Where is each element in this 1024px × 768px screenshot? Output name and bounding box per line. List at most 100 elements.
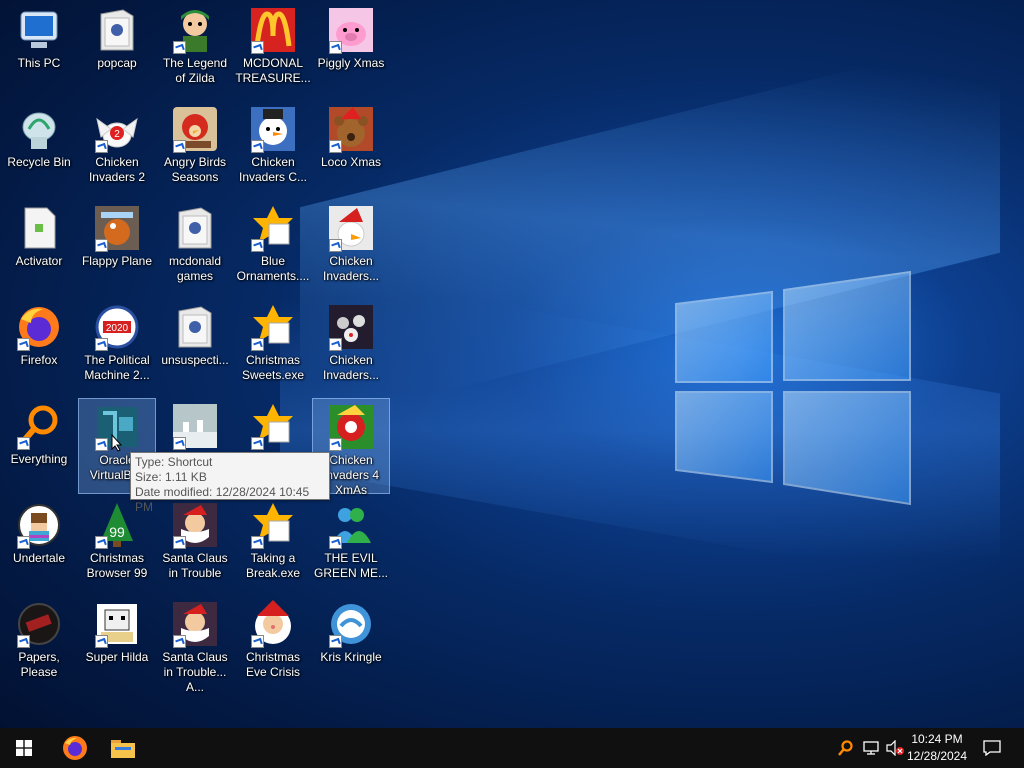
shortcut-arrow-icon (329, 635, 342, 648)
tray-network-icon[interactable] (860, 728, 882, 768)
file-info-tooltip: Type: Shortcut Size: 1.11 KB Date modifi… (130, 452, 330, 514)
folder-icon (171, 204, 219, 252)
desktop-icon[interactable]: Everything (0, 398, 78, 494)
desktop-icon-label: Activator (15, 254, 63, 268)
desktop-icon[interactable]: Kris Kringle (312, 596, 390, 692)
chicken-space-icon (327, 303, 375, 351)
desktop-icon[interactable]: Chicken Invaders... (312, 200, 390, 296)
game-exe-icon (249, 303, 297, 351)
magnifier-icon (838, 740, 853, 756)
desktop-icon[interactable]: Undertale (0, 497, 78, 593)
desktop-icon[interactable]: This PC (0, 2, 78, 98)
desktop-icon-label: Angry Birds Seasons (163, 155, 227, 184)
chicken-invaders-2-icon: 2 (93, 105, 141, 153)
desktop-icon[interactable]: 2 Chicken Invaders 2 (78, 101, 156, 197)
shortcut-arrow-icon (251, 41, 264, 54)
shortcut-arrow-icon (173, 437, 186, 450)
shortcut-arrow-icon (17, 635, 30, 648)
desktop-icon-label: Santa Claus in Trouble... A... (162, 650, 228, 694)
svg-text:99: 99 (109, 524, 125, 540)
shortcut-arrow-icon (251, 338, 264, 351)
desktop-icon-label: THE EVIL GREEN ME... (313, 551, 388, 580)
shortcut-arrow-icon (95, 438, 108, 451)
desktop-icon[interactable]: 2020 The Political Machine 2... (78, 299, 156, 395)
desktop-icon[interactable]: Chicken Invaders C... (234, 101, 312, 197)
firefox-icon (63, 736, 87, 760)
clock-time: 10:24 PM (911, 732, 963, 746)
desktop-icon-label: Christmas Browser 99 (86, 551, 148, 580)
desktop-icon[interactable]: Flappy Plane (78, 200, 156, 296)
windows-logo-wallpaper (672, 268, 912, 508)
windows-start-icon (16, 740, 32, 756)
taskbar-clock[interactable]: 10:24 PM 12/28/2024 (902, 731, 972, 765)
clock-date: 12/28/2024 (906, 749, 968, 763)
folder-icon (111, 740, 135, 758)
desktop-icon[interactable]: unsuspecti... (156, 299, 234, 395)
desktop-icon[interactable]: Christmas Sweets.exe (234, 299, 312, 395)
taskbar-file-explorer-button[interactable] (100, 728, 146, 768)
desktop-icon-label: Recycle Bin (7, 155, 71, 169)
desktop-icon[interactable]: Recycle Bin (0, 101, 78, 197)
shortcut-arrow-icon (329, 536, 342, 549)
snow-game-icon (171, 402, 219, 450)
notification-icon (983, 740, 1001, 756)
desktop-icon[interactable]: Papers, Please (0, 596, 78, 692)
desktop-icon-label: Taking a Break.exe (245, 551, 301, 580)
desktop-icon-label: popcap (97, 56, 137, 70)
shortcut-arrow-icon (329, 41, 342, 54)
folder-icon (171, 303, 219, 351)
folder-icon (93, 6, 141, 54)
desktop-icon[interactable]: Loco Xmas (312, 101, 390, 197)
desktop-icon[interactable]: Christmas Eve Crisis (234, 596, 312, 692)
desktop-icon[interactable]: Blue Ornaments.... (234, 200, 312, 296)
desktop-icon-label: Christmas Sweets.exe (241, 353, 305, 382)
desktop-icon[interactable]: Activator (0, 200, 78, 296)
chicken-xmas-icon (327, 403, 375, 451)
shortcut-arrow-icon (95, 338, 108, 351)
desktop-icon[interactable]: The Legend of Zilda (156, 2, 234, 98)
santa-icon (171, 600, 219, 648)
game-exe-icon (249, 204, 297, 252)
taskbar: 10:24 PM 12/28/2024 (0, 728, 1024, 768)
desktop-icon-label: Chicken Invaders C... (238, 155, 308, 184)
tray-everything-icon[interactable] (836, 728, 856, 768)
shortcut-arrow-icon (329, 239, 342, 252)
shortcut-arrow-icon (329, 338, 342, 351)
shortcut-arrow-icon (95, 140, 108, 153)
magnifier-icon (15, 402, 63, 450)
shortcut-arrow-icon (95, 239, 108, 252)
start-button[interactable] (0, 728, 48, 768)
tooltip-date-modified: Date modified: 12/28/2024 10:45 PM (135, 485, 310, 514)
mcdonalds-icon (249, 6, 297, 54)
monitor-icon (15, 6, 63, 54)
desktop-icon[interactable]: Piggly Xmas (312, 2, 390, 98)
shortcut-arrow-icon (251, 635, 264, 648)
christmas-tree-icon: 99 (93, 501, 141, 549)
desktop-icon[interactable]: Firefox (0, 299, 78, 395)
desktop-icon-label: Chicken Invaders... (322, 353, 380, 382)
shortcut-arrow-icon (95, 536, 108, 549)
desktop-icon[interactable]: Chicken Invaders... (312, 299, 390, 395)
desktop-icon[interactable]: Santa Claus in Trouble... A... (156, 596, 234, 694)
shortcut-arrow-icon (173, 635, 186, 648)
messenger-icon (327, 501, 375, 549)
desktop-icon[interactable]: Super Hilda (78, 596, 156, 692)
shortcut-arrow-icon (251, 437, 264, 450)
svg-text:2: 2 (114, 129, 120, 140)
desktop-icon[interactable]: MCDONAL TREASURE... (234, 2, 312, 98)
desktop-icon[interactable]: popcap (78, 2, 156, 98)
shortcut-arrow-icon (329, 140, 342, 153)
action-center-button[interactable] (976, 728, 1008, 768)
shortcut-arrow-icon (173, 140, 186, 153)
taskbar-firefox-button[interactable] (52, 728, 98, 768)
political-machine-icon: 2020 (93, 303, 141, 351)
desktop-icon-label: Papers, Please (18, 650, 60, 679)
shortcut-arrow-icon (17, 437, 30, 450)
desktop-icon[interactable]: mcdonald games (156, 200, 234, 296)
desktop-icon-label: Piggly Xmas (317, 56, 385, 70)
shortcut-arrow-icon (17, 536, 30, 549)
chicken-snowman-icon (249, 105, 297, 153)
shortcut-arrow-icon (329, 438, 342, 451)
desktop-icon[interactable]: Angry Birds Seasons (156, 101, 234, 197)
desktop-icon-label: MCDONAL TREASURE... (235, 56, 311, 85)
